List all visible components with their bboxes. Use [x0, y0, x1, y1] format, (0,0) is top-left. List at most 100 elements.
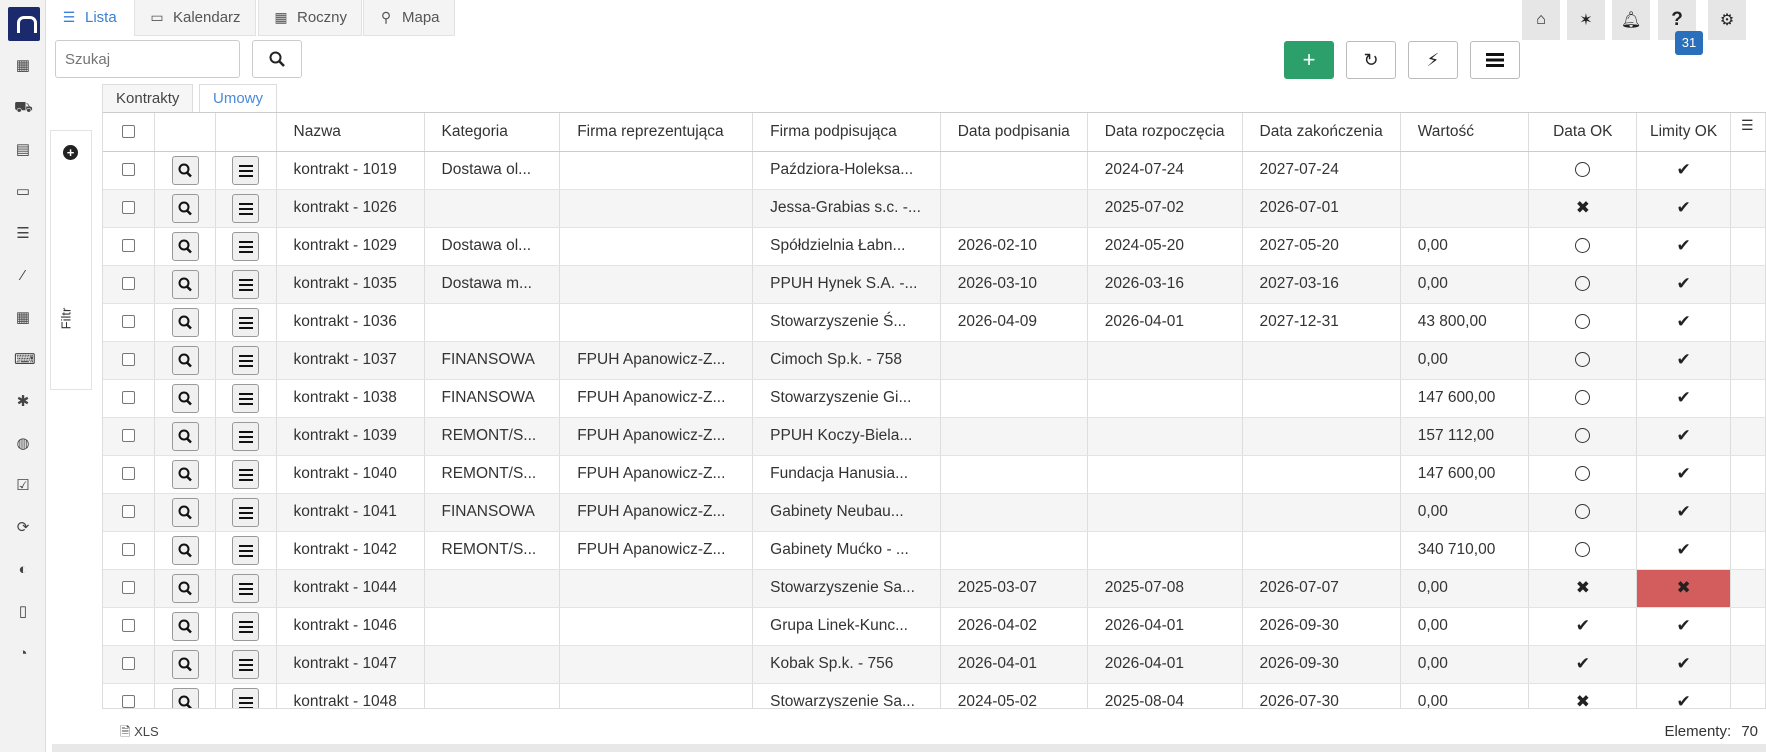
preview-button[interactable] — [171, 421, 199, 451]
row-menu-button[interactable] — [232, 307, 260, 337]
row-checkbox[interactable] — [122, 163, 136, 177]
user-icon[interactable]: ◐ — [14, 562, 32, 578]
cell-nazwa[interactable]: kontrakt - 1026 — [276, 189, 425, 228]
cell-nazwa[interactable]: kontrakt - 1036 — [276, 303, 425, 342]
row-select[interactable] — [103, 493, 156, 532]
layers-icon[interactable]: ☰ — [14, 226, 32, 242]
table-row[interactable]: kontrakt - 1036 Stowarzyszenie Ś... 2026-0… — [103, 303, 1766, 342]
actions-button[interactable]: ⚡︎ — [1408, 41, 1458, 79]
row-select[interactable] — [103, 455, 156, 494]
preview-button[interactable] — [171, 383, 199, 413]
header-limity-ok[interactable]: Limity OK — [1636, 113, 1731, 152]
row-select[interactable] — [103, 683, 156, 708]
cell-nazwa[interactable]: kontrakt - 1047 — [276, 645, 425, 684]
cell-nazwa[interactable]: kontrakt - 1041 — [276, 493, 425, 532]
row-select[interactable] — [103, 379, 156, 418]
row-checkbox[interactable] — [122, 201, 136, 215]
tab-kalendarz[interactable]: ▭ Kalendarz — [134, 0, 256, 36]
preview-button[interactable] — [171, 459, 199, 489]
preview-button[interactable] — [171, 687, 199, 708]
preview-button[interactable] — [171, 155, 199, 185]
header-data-rozpoczecia[interactable]: Data rozpoczęcia — [1087, 113, 1243, 152]
city-icon[interactable]: ▦ — [14, 310, 32, 326]
document-icon[interactable]: ▯ — [14, 604, 32, 620]
header-firma-podpisujaca[interactable]: Firma podpisująca — [752, 113, 941, 152]
row-checkbox[interactable] — [122, 391, 136, 405]
row-select[interactable] — [103, 227, 156, 266]
row-select[interactable] — [103, 189, 156, 228]
subtab-kontrakty[interactable]: Kontrakty — [102, 84, 194, 112]
preview-button[interactable] — [171, 497, 199, 527]
menu-button[interactable] — [1470, 41, 1520, 79]
preview-button[interactable] — [171, 307, 199, 337]
table-row[interactable]: kontrakt - 1029 Dostawa ol... Spółdzielnia… — [103, 227, 1766, 266]
row-menu-button[interactable] — [232, 345, 260, 375]
row-menu-button[interactable] — [232, 193, 260, 223]
table-row[interactable]: kontrakt - 1038 FINANSOWA FPUH Apanowicz-Z… — [103, 379, 1766, 418]
table-row[interactable]: kontrakt - 1037 FINANSOWA FPUH Apanowicz-Z… — [103, 341, 1766, 380]
notifications-button[interactable]: 🔔︎ — [1612, 0, 1650, 40]
row-menu-button[interactable] — [232, 155, 260, 185]
table-row[interactable]: kontrakt - 1048 Stowarzyszenie Sa... 2024-… — [103, 683, 1766, 708]
terminal-icon[interactable]: ⌨ — [14, 352, 36, 368]
row-menu-button[interactable] — [232, 687, 260, 708]
header-wartosc[interactable]: Wartość — [1400, 113, 1530, 152]
search-button[interactable] — [252, 40, 302, 78]
row-menu-button[interactable] — [232, 535, 260, 565]
row-menu-button[interactable] — [232, 459, 260, 489]
row-checkbox[interactable] — [122, 239, 136, 253]
bug-icon[interactable]: ✱ — [14, 394, 32, 410]
row-checkbox[interactable] — [122, 467, 136, 481]
row-select[interactable] — [103, 569, 156, 608]
header-data-ok[interactable]: Data OK — [1528, 113, 1638, 152]
preview-button[interactable] — [171, 345, 199, 375]
preview-button[interactable] — [171, 649, 199, 679]
table-row[interactable]: kontrakt - 1026 Jessa-Grabias s.c. -... 20… — [103, 189, 1766, 228]
table-row[interactable]: kontrakt - 1035 Dostawa m... PPUH Hynek S.… — [103, 265, 1766, 304]
row-checkbox[interactable] — [122, 619, 136, 633]
app-logo[interactable] — [8, 7, 40, 41]
cell-nazwa[interactable]: kontrakt - 1039 — [276, 417, 425, 456]
refresh-button[interactable]: ↻ — [1346, 41, 1396, 79]
row-checkbox[interactable] — [122, 353, 136, 367]
add-filter-icon[interactable]: + — [63, 145, 78, 160]
preview-button[interactable] — [171, 269, 199, 299]
globe-icon[interactable]: ◍ — [14, 436, 32, 452]
truck-icon[interactable]: ⛟ — [14, 100, 33, 116]
brush-icon[interactable]: ⁄ — [14, 268, 32, 284]
cell-nazwa[interactable]: kontrakt - 1044 — [276, 569, 425, 608]
cell-nazwa[interactable]: kontrakt - 1040 — [276, 455, 425, 494]
row-checkbox[interactable] — [122, 581, 136, 595]
preview-button[interactable] — [171, 535, 199, 565]
row-menu-button[interactable] — [232, 573, 260, 603]
table-row[interactable]: kontrakt - 1019 Dostawa ol... Paździora-Ho… — [103, 151, 1766, 190]
add-button[interactable]: + — [1284, 41, 1334, 79]
table-row[interactable]: kontrakt - 1046 Grupa Linek-Kunc... 2026-0… — [103, 607, 1766, 646]
building-icon[interactable]: ▦ — [14, 58, 32, 74]
row-checkbox[interactable] — [122, 429, 136, 443]
row-checkbox[interactable] — [122, 695, 136, 708]
row-menu-button[interactable] — [232, 611, 260, 641]
gauge-icon[interactable]: ◔ — [14, 646, 32, 662]
header-nazwa[interactable]: Nazwa — [276, 113, 425, 152]
row-checkbox[interactable] — [122, 277, 136, 291]
cell-nazwa[interactable]: kontrakt - 1037 — [276, 341, 425, 380]
warehouse-icon[interactable]: ▤ — [14, 142, 32, 158]
preview-button[interactable] — [171, 611, 199, 641]
table-row[interactable]: kontrakt - 1041 FINANSOWA FPUH Apanowicz-Z… — [103, 493, 1766, 532]
cell-nazwa[interactable]: kontrakt - 1019 — [276, 151, 425, 190]
tab-roczny[interactable]: ▦ Roczny — [258, 0, 363, 36]
preview-button[interactable] — [171, 573, 199, 603]
home-button[interactable]: ⌂ — [1522, 0, 1560, 40]
table-row[interactable]: kontrakt - 1047 Kobak Sp.k. - 756 2026-04-… — [103, 645, 1766, 684]
table-row[interactable]: kontrakt - 1040 REMONT/S... FPUH Apanowicz… — [103, 455, 1766, 494]
search-input[interactable] — [55, 40, 240, 78]
table-row[interactable]: kontrakt - 1044 Stowarzyszenie Sa... 2025-… — [103, 569, 1766, 608]
table-row[interactable]: kontrakt - 1039 REMONT/S... FPUH Apanowicz… — [103, 417, 1766, 456]
preview-button[interactable] — [171, 193, 199, 223]
filter-label[interactable]: Filtr — [58, 308, 73, 330]
export-xls-button[interactable]: 🗎︎ XLS — [120, 723, 159, 745]
table-row[interactable]: kontrakt - 1042 REMONT/S... FPUH Apanowicz… — [103, 531, 1766, 570]
money-icon[interactable]: ▭ — [14, 184, 32, 200]
filter-panel-toggle[interactable]: + Filtr — [50, 130, 92, 390]
